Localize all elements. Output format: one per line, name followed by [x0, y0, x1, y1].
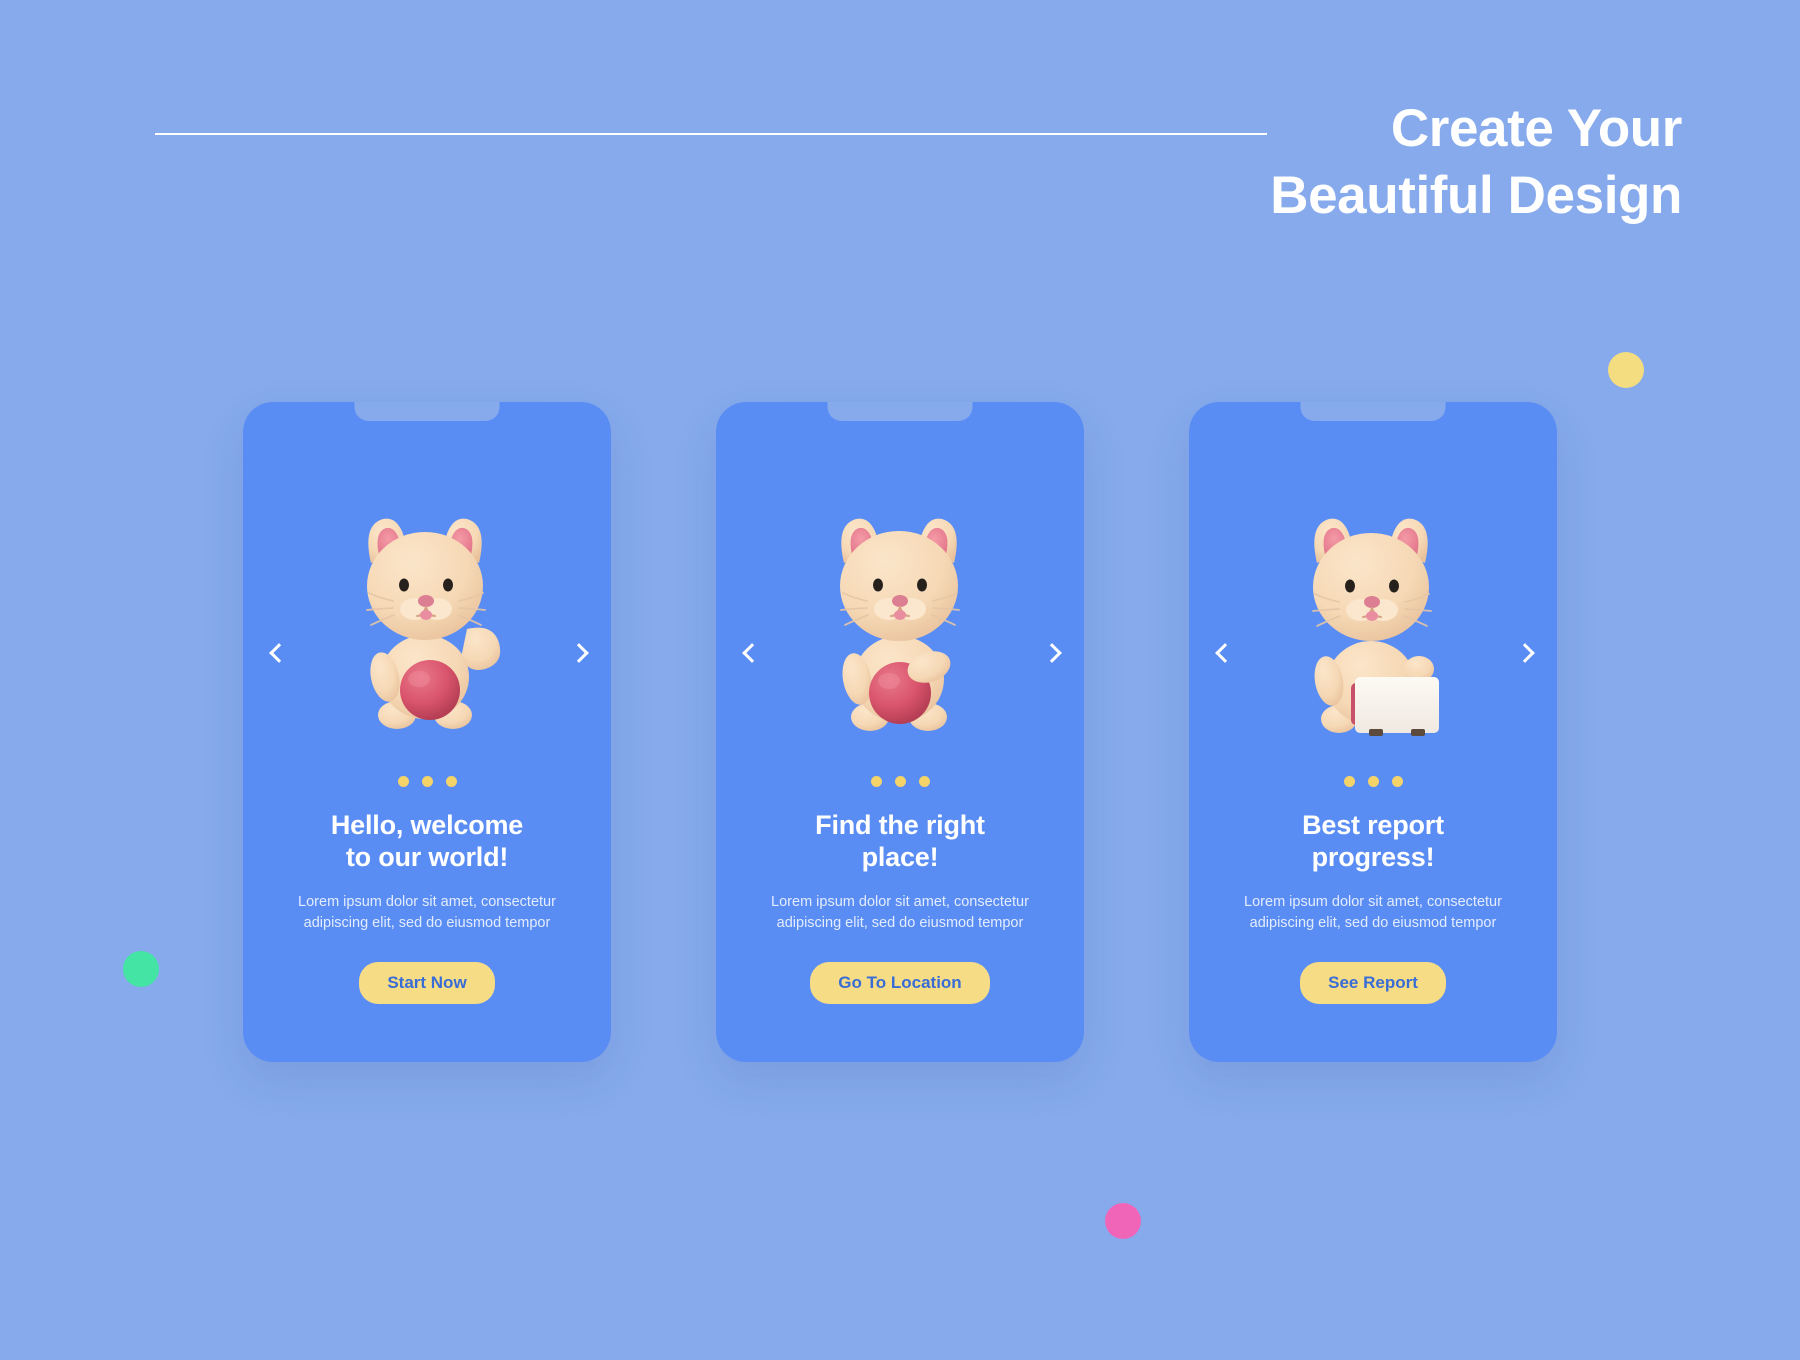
slide-body-line-2: adipiscing elit, sed do eiusmod tempor	[303, 915, 551, 932]
slide-body-line-1: Lorem ipsum dolor sit amet, consectetur	[1244, 894, 1502, 910]
onboarding-carousel: Hello, welcome to our world! Lorem ipsum…	[0, 402, 1800, 1062]
phone-mockup-3: Best report progress! Lorem ipsum dolor …	[1189, 402, 1557, 1062]
start-now-button[interactable]: Start Now	[359, 962, 495, 1004]
phone-mockup-2: Find the right place! Lorem ipsum dolor …	[716, 402, 1084, 1062]
chevron-right-icon	[1518, 643, 1531, 665]
carousel-prev-button-2[interactable]	[732, 637, 766, 671]
indicator-dot[interactable]	[894, 776, 906, 787]
slide-body-line-2: adipiscing elit, sed do eiusmod tempor	[1249, 915, 1497, 932]
page-header: Create Your Beautiful Design	[0, 0, 1800, 280]
slide-title-1: Hello, welcome to our world!	[265, 810, 589, 874]
carousel-next-button-1[interactable]	[561, 637, 595, 671]
slide-cta-wrap-3: See Report	[1189, 962, 1557, 1004]
slide-title-line-2: place!	[861, 841, 939, 872]
chevron-left-icon	[1216, 643, 1229, 665]
slide-title-3: Best report progress!	[1211, 810, 1535, 874]
indicator-dot[interactable]	[918, 776, 930, 787]
indicator-dot[interactable]	[870, 776, 882, 787]
see-report-button[interactable]: See Report	[1300, 962, 1446, 1004]
onboarding-slide-3: Best report progress! Lorem ipsum dolor …	[1189, 402, 1557, 1062]
slide-body-3: Lorem ipsum dolor sit amet, consectetur …	[1217, 892, 1529, 934]
onboarding-slide-2: Find the right place! Lorem ipsum dolor …	[716, 402, 1084, 1062]
indicator-dot[interactable]	[1343, 776, 1355, 787]
slide-body-line-1: Lorem ipsum dolor sit amet, consectetur	[771, 894, 1029, 910]
phone-mockup-1: Hello, welcome to our world! Lorem ipsum…	[243, 402, 611, 1062]
slide-body-line-1: Lorem ipsum dolor sit amet, consectetur	[298, 894, 556, 910]
cat-holding-ball-icon	[840, 518, 960, 731]
slide-title-2: Find the right place!	[738, 810, 1062, 874]
carousel-next-button-3[interactable]	[1507, 637, 1541, 671]
slide-indicator-dots[interactable]	[1189, 776, 1557, 787]
slide-body-line-2: adipiscing elit, sed do eiusmod tempor	[776, 915, 1024, 932]
chevron-right-icon	[572, 643, 585, 665]
slide-cta-wrap-2: Go To Location	[716, 962, 1084, 1004]
chevron-left-icon	[743, 643, 756, 665]
slide-title-line-1: Best report	[1302, 810, 1444, 840]
page-title-line-2: Beautiful Design	[1270, 166, 1682, 226]
phone-notch	[1300, 402, 1446, 421]
slide-body-2: Lorem ipsum dolor sit amet, consectetur …	[744, 892, 1056, 934]
go-to-location-button[interactable]: Go To Location	[810, 962, 990, 1004]
slide-body-1: Lorem ipsum dolor sit amet, consectetur …	[271, 892, 583, 934]
pink-dot-decoration	[1105, 1203, 1141, 1239]
illustration-cat-holding-ball	[716, 474, 1084, 736]
illustration-cat-waving-with-ball	[243, 474, 611, 736]
carousel-prev-button-1[interactable]	[259, 637, 293, 671]
onboarding-slide-1: Hello, welcome to our world! Lorem ipsum…	[243, 402, 611, 1062]
phone-notch	[354, 402, 500, 421]
chevron-right-icon	[1045, 643, 1058, 665]
chevron-left-icon	[270, 643, 283, 665]
yellow-dot-decoration	[1608, 352, 1644, 388]
page-title-line-1: Create Your	[1390, 99, 1683, 158]
illustration-cat-holding-board	[1189, 474, 1557, 736]
slide-cta-wrap-1: Start Now	[243, 962, 611, 1004]
slide-indicator-dots[interactable]	[243, 776, 611, 787]
slide-indicator-dots[interactable]	[716, 776, 1084, 787]
indicator-dot[interactable]	[445, 776, 457, 787]
phone-notch	[827, 402, 973, 421]
carousel-prev-button-3[interactable]	[1205, 637, 1239, 671]
page-title: Create Your Beautiful Design	[982, 95, 1682, 230]
indicator-dot[interactable]	[421, 776, 433, 787]
indicator-dot[interactable]	[1391, 776, 1403, 787]
slide-title-line-2: progress!	[1311, 841, 1435, 872]
indicator-dot[interactable]	[397, 776, 409, 787]
slide-title-line-1: Find the right	[815, 810, 985, 840]
slide-title-line-2: to our world!	[345, 841, 509, 872]
slide-title-line-1: Hello, welcome	[330, 810, 524, 840]
cat-holding-board-icon	[1312, 518, 1439, 736]
indicator-dot[interactable]	[1367, 776, 1379, 787]
cat-waving-icon	[366, 518, 501, 729]
carousel-next-button-2[interactable]	[1034, 637, 1068, 671]
